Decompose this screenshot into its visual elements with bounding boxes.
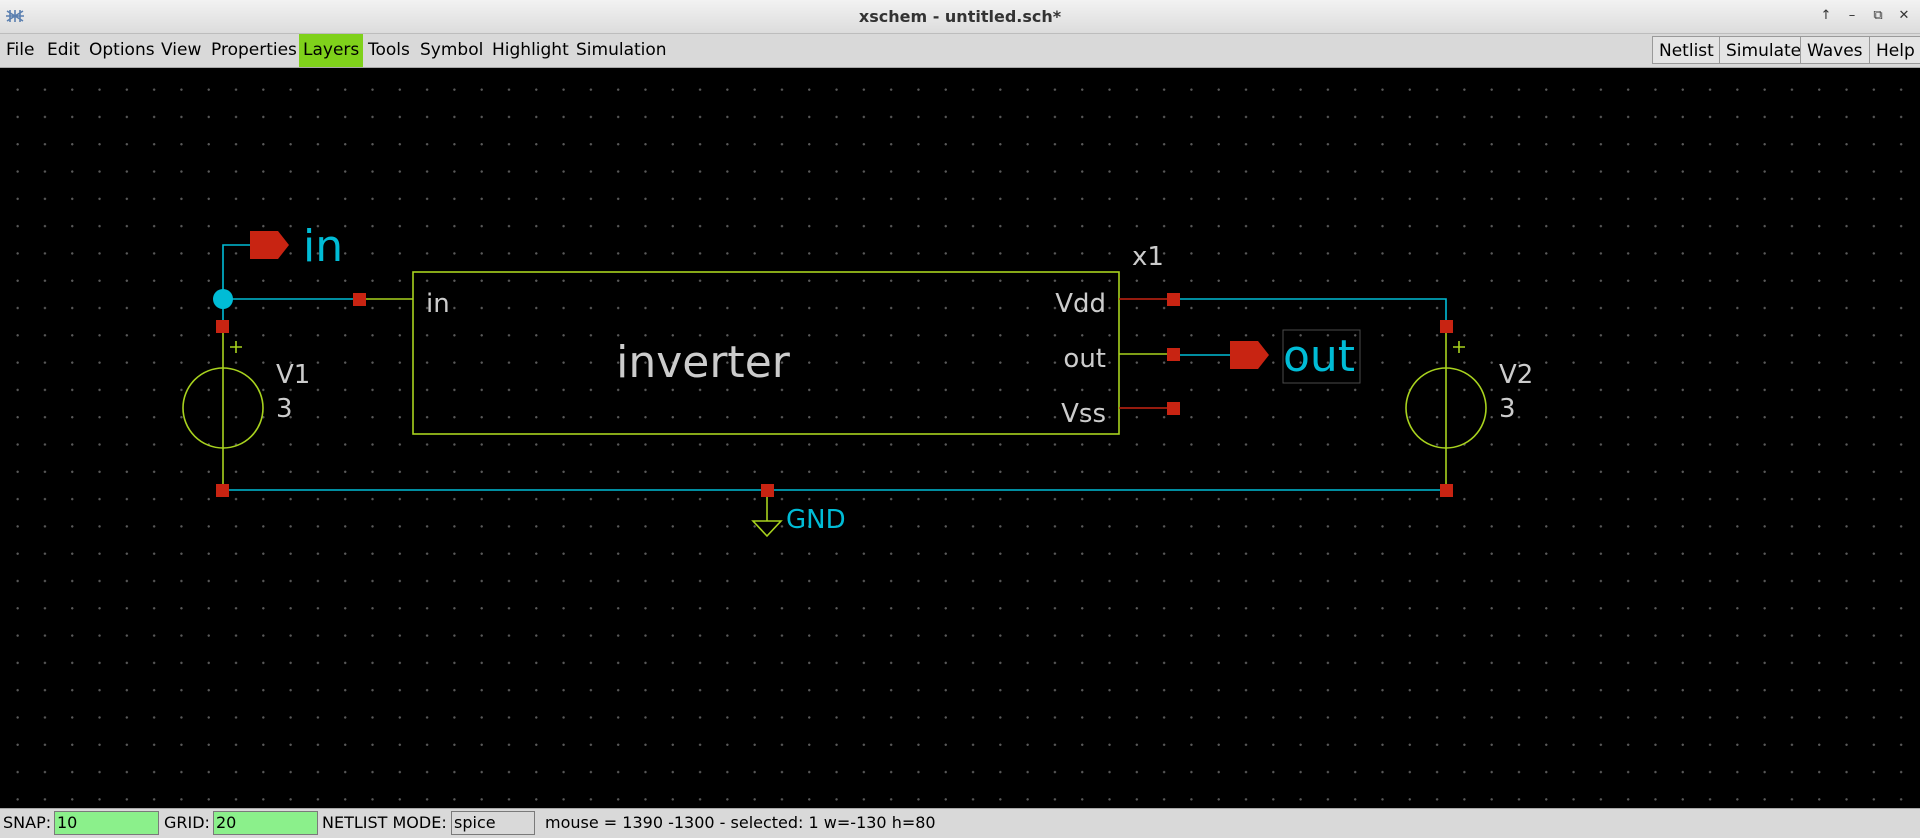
pin-label-out: out bbox=[1063, 344, 1106, 374]
pin-label-vdd: Vdd bbox=[1055, 289, 1106, 319]
waves-button[interactable]: Waves bbox=[1800, 36, 1870, 64]
snap-label: SNAP: bbox=[3, 813, 52, 832]
menu-highlight[interactable]: Highlight bbox=[488, 34, 573, 67]
input-pin-arrow-icon[interactable] bbox=[250, 231, 289, 259]
schematic-drawing: inverter x1 in Vdd out Vss V1 3 V2 3 GND… bbox=[182, 221, 1533, 538]
output-pin-arrow-icon[interactable] bbox=[1230, 341, 1269, 369]
pin-label-vss: Vss bbox=[1061, 399, 1106, 429]
menu-simulation[interactable]: Simulation bbox=[572, 34, 671, 67]
schematic-canvas[interactable]: inverter x1 in Vdd out Vss V1 3 V2 3 GND… bbox=[0, 68, 1920, 808]
voltage-source-v2[interactable] bbox=[1405, 327, 1487, 490]
up-arrow-icon[interactable]: ↑ bbox=[1814, 5, 1838, 27]
pin-label-in: in bbox=[426, 289, 450, 319]
simulate-button[interactable]: Simulate bbox=[1719, 36, 1809, 64]
netlist-button[interactable]: Netlist bbox=[1652, 36, 1721, 64]
menu-properties[interactable]: Properties bbox=[207, 34, 301, 67]
statusbar: SNAP: 10 GRID: 20 NETLIST MODE: spice mo… bbox=[0, 808, 1920, 838]
netlist-mode-field[interactable]: spice bbox=[451, 811, 535, 835]
mouse-status-info: mouse = 1390 -1300 - selected: 1 w=-130 … bbox=[545, 813, 936, 832]
restore-icon[interactable]: ⧉ bbox=[1866, 5, 1890, 27]
menu-file[interactable]: File bbox=[2, 34, 38, 67]
wire-net[interactable] bbox=[222, 244, 1447, 491]
minimize-icon[interactable]: – bbox=[1840, 5, 1864, 27]
close-icon[interactable]: ✕ bbox=[1892, 5, 1916, 27]
gnd-label: GND bbox=[786, 505, 846, 535]
menu-options[interactable]: Options bbox=[85, 34, 159, 67]
instance-name-label: x1 bbox=[1132, 242, 1164, 272]
menu-tools[interactable]: Tools bbox=[364, 34, 414, 67]
grid-label: GRID: bbox=[164, 813, 210, 832]
pin-markers bbox=[216, 293, 1453, 497]
v1-name-label: V1 bbox=[276, 360, 310, 390]
snap-input[interactable]: 10 bbox=[54, 811, 159, 835]
voltage-source-v1[interactable] bbox=[182, 327, 264, 490]
v2-name-label: V2 bbox=[1499, 360, 1533, 390]
wire-junction[interactable] bbox=[213, 289, 233, 309]
help-button[interactable]: Help bbox=[1869, 36, 1920, 64]
menubar: File Edit Options View Properties Layers… bbox=[0, 34, 1920, 68]
window-title: xschem - untitled.sch* bbox=[858, 7, 1062, 26]
menu-edit[interactable]: Edit bbox=[43, 34, 84, 67]
menu-view[interactable]: View bbox=[157, 34, 205, 67]
symbol-name-label: inverter bbox=[616, 337, 791, 388]
v1-value-label: 3 bbox=[276, 394, 293, 424]
window-titlebar: xschem - untitled.sch* ↑ – ⧉ ✕ bbox=[0, 0, 1920, 34]
menu-layers[interactable]: Layers bbox=[299, 34, 364, 67]
output-net-label: out bbox=[1283, 331, 1355, 382]
grid-input[interactable]: 20 bbox=[213, 811, 318, 835]
v2-value-label: 3 bbox=[1499, 394, 1516, 424]
menu-symbol[interactable]: Symbol bbox=[416, 34, 487, 67]
netlist-mode-label: NETLIST MODE: bbox=[322, 813, 447, 832]
input-net-label: in bbox=[303, 221, 343, 272]
